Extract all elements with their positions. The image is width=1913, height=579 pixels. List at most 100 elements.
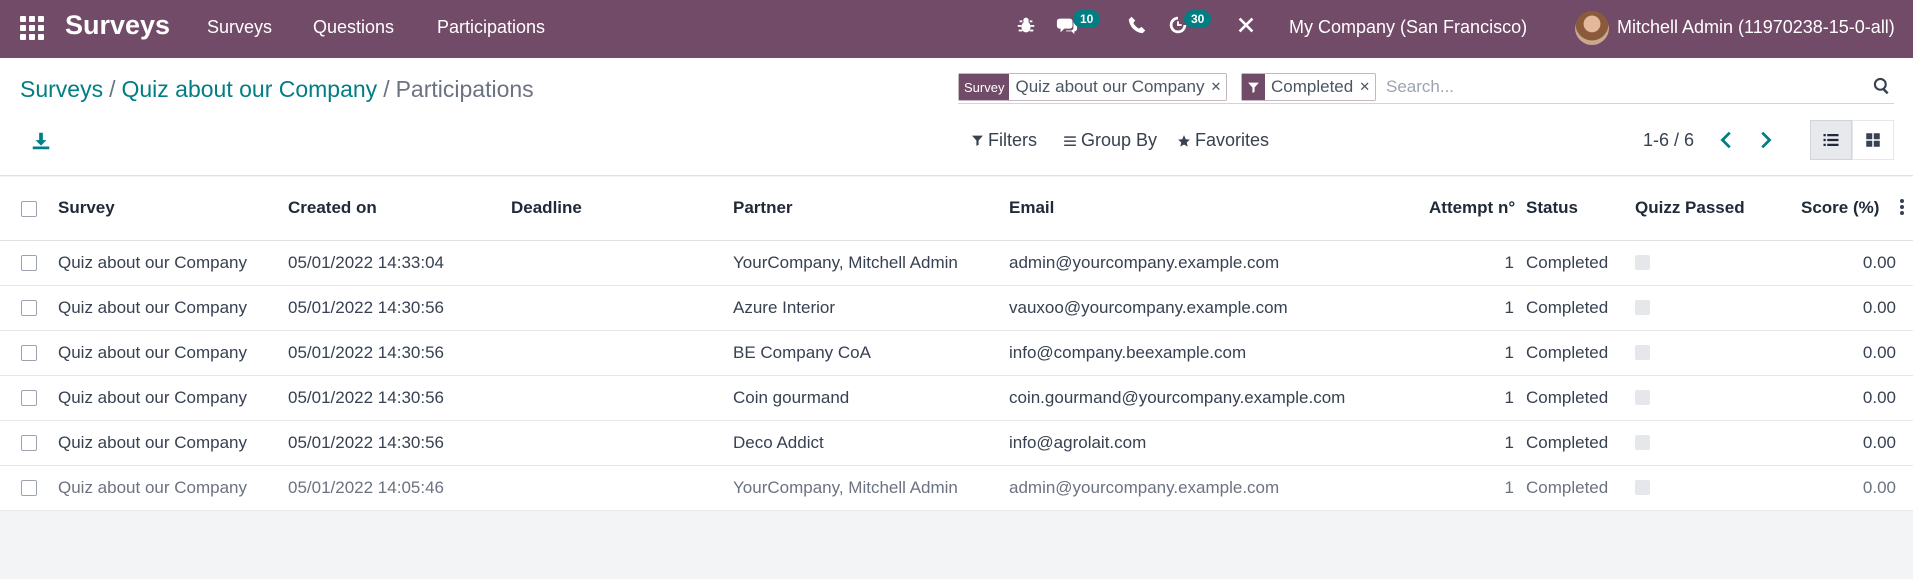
table-row[interactable]: Quiz about our Company 05/01/2022 14:30:… [0, 286, 1913, 331]
remove-facet-icon[interactable]: ✕ [1359, 74, 1375, 100]
apps-menu-icon[interactable] [20, 16, 44, 40]
cell-attempt: 1 [1504, 478, 1514, 497]
table-row[interactable]: Quiz about our Company 05/01/2022 14:30:… [0, 376, 1913, 421]
cell-attempt: 1 [1504, 388, 1514, 407]
breadcrumb-surveys[interactable]: Surveys [20, 76, 103, 102]
cell-attempt: 1 [1504, 343, 1514, 362]
table-row[interactable]: Quiz about our Company 05/01/2022 14:30:… [0, 421, 1913, 466]
cell-partner: YourCompany, Mitchell Admin [733, 253, 958, 272]
search-facet-survey[interactable]: Survey Quiz about our Company ✕ [958, 73, 1228, 101]
cell-survey: Quiz about our Company [58, 478, 247, 497]
breadcrumb-separator: / [109, 76, 116, 102]
cell-status: Completed [1526, 478, 1609, 497]
facet-value: Quiz about our Company [1015, 77, 1205, 96]
column-header-deadline[interactable]: Deadline [511, 198, 582, 218]
cell-score: 0.00 [1862, 343, 1896, 362]
cell-status: Completed [1526, 433, 1609, 452]
quizz-passed-checkbox [1635, 255, 1650, 270]
debug-bug-icon[interactable] [1015, 14, 1043, 42]
star-icon [1178, 134, 1190, 147]
cell-score: 0.00 [1862, 298, 1896, 317]
cell-email: admin@yourcompany.example.com [1009, 478, 1280, 497]
column-header-partner[interactable]: Partner [733, 198, 793, 218]
user-avatar[interactable] [1575, 11, 1609, 45]
download-icon[interactable] [30, 130, 52, 152]
cell-survey: Quiz about our Company [58, 433, 247, 452]
cell-created-on: 05/01/2022 14:30:56 [288, 388, 444, 407]
phone-icon[interactable] [1126, 14, 1154, 42]
optional-columns-icon[interactable] [1899, 199, 1905, 219]
participations-table: Survey Created on Deadline Partner Email… [0, 177, 1913, 511]
cell-survey: Quiz about our Company [58, 388, 247, 407]
table-row[interactable]: Quiz about our Company 05/01/2022 14:33:… [0, 241, 1913, 286]
table-row[interactable]: Quiz about our Company 05/01/2022 14:05:… [0, 466, 1913, 511]
column-header-created-on[interactable]: Created on [288, 198, 377, 218]
messages-badge: 10 [1073, 10, 1101, 28]
pager-value[interactable]: 1-6 / 6 [1643, 130, 1694, 151]
chevron-right-icon[interactable] [1754, 129, 1778, 153]
cell-score: 0.00 [1862, 388, 1896, 407]
group-by-button[interactable]: Group By [1063, 130, 1157, 151]
row-checkbox[interactable] [21, 435, 37, 451]
control-panel: Surveys / Quiz about our Company / Participa… [0, 58, 1913, 176]
row-checkbox[interactable] [21, 255, 37, 271]
company-switcher[interactable]: My Company (San Francisco) [1289, 17, 1527, 38]
cell-score: 0.00 [1862, 253, 1896, 272]
cell-score: 0.00 [1862, 433, 1896, 452]
favorites-button[interactable]: Favorites [1177, 130, 1269, 151]
group-by-label: Group By [1081, 130, 1158, 150]
menu-questions[interactable]: Questions [313, 17, 394, 38]
cell-email: info@agrolait.com [1009, 433, 1147, 452]
column-header-email[interactable]: Email [1009, 198, 1054, 218]
cell-score: 0.00 [1862, 478, 1896, 497]
column-header-survey[interactable]: Survey [58, 198, 115, 218]
column-header-score[interactable]: Score (%) [1801, 198, 1879, 218]
breadcrumb-survey[interactable]: Quiz about our Company [121, 76, 377, 102]
chevron-left-icon[interactable] [1716, 129, 1740, 153]
menu-surveys[interactable]: Surveys [207, 17, 272, 38]
column-header-attempt[interactable]: Attempt n° [1429, 198, 1515, 218]
cell-partner: YourCompany, Mitchell Admin [733, 478, 958, 497]
facet-value: Completed [1271, 77, 1354, 96]
cell-partner: BE Company CoA [733, 343, 871, 362]
tools-icon[interactable] [1235, 14, 1263, 42]
app-name[interactable]: Surveys [65, 10, 170, 41]
favorites-label: Favorites [1195, 130, 1270, 150]
search-icon[interactable] [1872, 76, 1894, 98]
top-navbar: Surveys Surveys Questions Participations… [0, 0, 1913, 58]
cell-email: admin@yourcompany.example.com [1009, 253, 1280, 272]
cell-status: Completed [1526, 298, 1609, 317]
filter-funnel-icon [1242, 74, 1265, 100]
list-view-button[interactable] [1810, 120, 1852, 160]
facet-label: Survey [959, 74, 1010, 100]
cell-created-on: 05/01/2022 14:30:56 [288, 343, 444, 362]
breadcrumb: Surveys / Quiz about our Company / Participa… [20, 76, 534, 103]
row-checkbox[interactable] [21, 300, 37, 316]
cell-survey: Quiz about our Company [58, 343, 247, 362]
kanban-view-button[interactable] [1852, 120, 1894, 160]
cell-created-on: 05/01/2022 14:33:04 [288, 253, 444, 272]
row-checkbox[interactable] [21, 390, 37, 406]
column-header-status[interactable]: Status [1526, 198, 1578, 218]
cell-attempt: 1 [1504, 298, 1514, 317]
cell-status: Completed [1526, 253, 1609, 272]
select-all-checkbox[interactable] [21, 201, 37, 217]
quizz-passed-checkbox [1635, 300, 1650, 315]
column-header-quizz-passed[interactable]: Quizz Passed [1635, 198, 1745, 218]
breadcrumb-current: Participations [395, 76, 534, 102]
table-row[interactable]: Quiz about our Company 05/01/2022 14:30:… [0, 331, 1913, 376]
remove-facet-icon[interactable]: ✕ [1210, 74, 1226, 100]
search-input[interactable] [1386, 74, 1856, 100]
filter-funnel-icon [972, 135, 983, 146]
quizz-passed-checkbox [1635, 480, 1650, 495]
activities-badge: 30 [1184, 10, 1212, 28]
cell-status: Completed [1526, 343, 1609, 362]
cell-partner: Deco Addict [733, 433, 824, 452]
menu-participations[interactable]: Participations [437, 17, 545, 38]
cell-created-on: 05/01/2022 14:30:56 [288, 433, 444, 452]
user-menu[interactable]: Mitchell Admin (11970238-15-0-all) [1617, 17, 1895, 38]
filters-button[interactable]: Filters [971, 130, 1037, 151]
row-checkbox[interactable] [21, 480, 37, 496]
row-checkbox[interactable] [21, 345, 37, 361]
search-facet-filter[interactable]: Completed ✕ [1241, 73, 1377, 101]
